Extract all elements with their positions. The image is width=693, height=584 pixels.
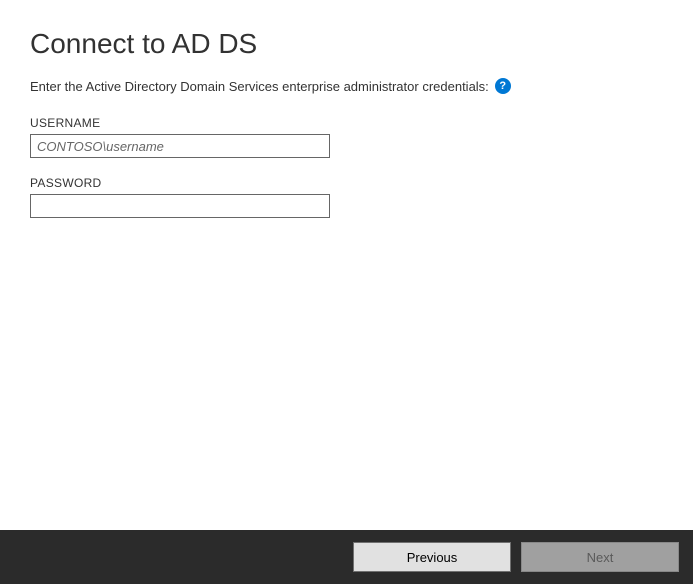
instruction-row: Enter the Active Directory Domain Servic… bbox=[30, 78, 663, 94]
password-input[interactable] bbox=[30, 194, 330, 218]
password-field-group: PASSWORD bbox=[30, 176, 663, 218]
username-input[interactable] bbox=[30, 134, 330, 158]
help-icon[interactable]: ? bbox=[495, 78, 511, 94]
page-title: Connect to AD DS bbox=[30, 28, 663, 60]
username-label: USERNAME bbox=[30, 116, 663, 130]
main-content: Connect to AD DS Enter the Active Direct… bbox=[0, 0, 693, 530]
footer-bar: Previous Next bbox=[0, 530, 693, 584]
instruction-text: Enter the Active Directory Domain Servic… bbox=[30, 79, 489, 94]
next-button: Next bbox=[521, 542, 679, 572]
previous-button[interactable]: Previous bbox=[353, 542, 511, 572]
username-field-group: USERNAME bbox=[30, 116, 663, 158]
password-label: PASSWORD bbox=[30, 176, 663, 190]
